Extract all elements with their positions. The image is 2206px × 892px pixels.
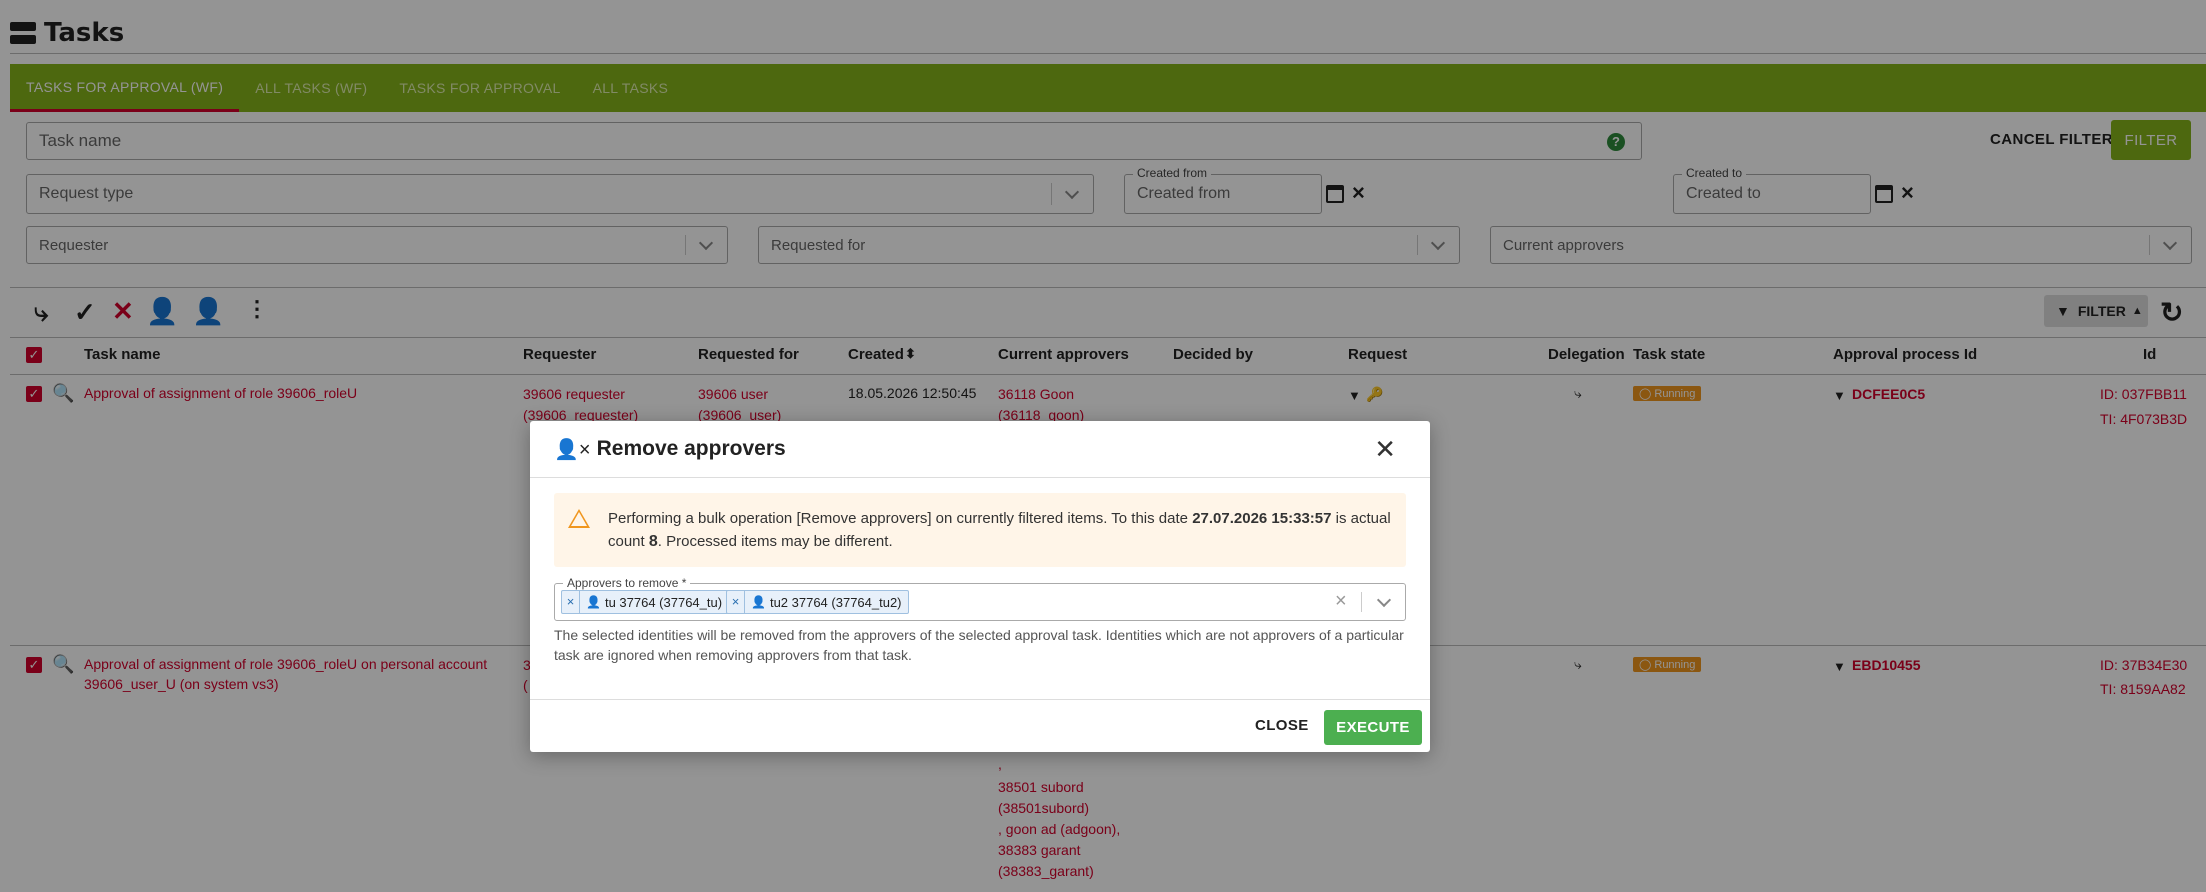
user-icon: 👤	[751, 595, 766, 609]
dialog-title: Remove approvers	[596, 437, 786, 460]
close-icon[interactable]: ✕	[1374, 436, 1396, 462]
close-button[interactable]: CLOSE	[1255, 717, 1309, 734]
chevron-down-icon[interactable]	[1376, 592, 1392, 608]
remove-chip-icon[interactable]: ×	[727, 591, 745, 613]
remove-approvers-dialog: 👤× Remove approvers ✕ Performing a bulk …	[530, 421, 1430, 752]
user-icon: 👤	[586, 595, 601, 609]
alert-text: Performing a bulk operation [Remove appr…	[608, 510, 1391, 550]
approver-chip: × 👤 tu2 37764 (37764_tu2)	[726, 590, 909, 614]
execute-button[interactable]: EXECUTE	[1324, 710, 1422, 745]
approvers-to-remove-select[interactable]: Approvers to remove * × 👤 tu 37764 (3776…	[554, 576, 1406, 621]
dialog-header: 👤× Remove approvers ✕	[530, 421, 1430, 478]
clear-all-icon[interactable]: ×	[1335, 590, 1347, 613]
tasks-page: Tasks TASKS FOR APPROVAL (WF) ALL TASKS …	[0, 0, 2206, 892]
help-text: The selected identities will be removed …	[554, 627, 1404, 663]
warning-icon	[568, 509, 590, 528]
approver-chip: × 👤 tu 37764 (37764_tu)	[561, 590, 730, 614]
remove-user-icon: 👤×	[554, 438, 591, 461]
warning-alert: Performing a bulk operation [Remove appr…	[554, 493, 1406, 567]
remove-chip-icon[interactable]: ×	[562, 591, 580, 613]
